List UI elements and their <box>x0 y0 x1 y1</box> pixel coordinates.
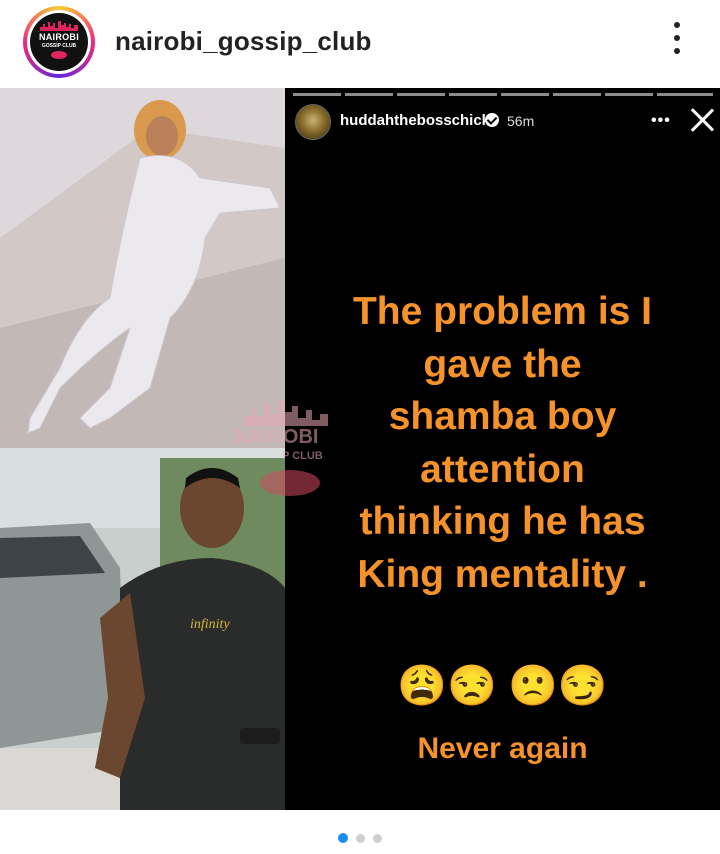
man-image: infinity <box>0 448 285 810</box>
avatar-title: NAIROBI <box>38 32 80 42</box>
profile-avatar[interactable]: NAIROBI GOSSIP CLUB <box>23 6 95 78</box>
carousel-dot[interactable] <box>356 834 365 843</box>
post-media[interactable]: infinity huddahthebosschick 56m ••• The … <box>0 88 720 810</box>
carousel-dot[interactable] <box>373 834 382 843</box>
avatar-subtitle: GOSSIP CLUB <box>41 43 77 49</box>
story-text-line: thinking he has <box>359 500 646 543</box>
post-username[interactable]: nairobi_gossip_club <box>115 26 372 57</box>
story-text-line: shamba boy <box>388 395 617 438</box>
story-text-line: gave the <box>423 342 582 386</box>
photo-woman <box>0 88 285 448</box>
watermark-skyline-icon <box>244 400 328 426</box>
skyline-icon <box>40 21 78 31</box>
story-avatar[interactable] <box>295 104 331 140</box>
photo-man: infinity <box>0 448 285 810</box>
story-text-line: attention <box>420 447 585 491</box>
more-vertical-icon <box>674 22 680 28</box>
watermark-title: NAIROBI <box>234 426 319 448</box>
story-text-line: King mentality . <box>357 552 648 596</box>
story-text-line: The problem is I <box>352 290 653 333</box>
story-more-button[interactable]: ••• <box>651 112 671 130</box>
story-username[interactable]: huddahthebosschick <box>340 112 490 129</box>
svg-text:infinity: infinity <box>190 617 230 632</box>
watermark-lips-icon <box>260 470 320 496</box>
watermark: NAIROBI P CLUB <box>234 398 344 498</box>
story-progress-bar <box>293 93 713 96</box>
story-timestamp: 56m <box>507 113 535 129</box>
instagram-story: huddahthebosschick 56m ••• The problem i… <box>285 88 720 810</box>
post-header: NAIROBI GOSSIP CLUB nairobi_gossip_club <box>0 0 720 88</box>
more-options-button[interactable] <box>662 18 692 58</box>
carousel-indicator <box>0 830 720 844</box>
woman-image <box>0 88 285 448</box>
story-text: The problem is I gave the shamba boy att… <box>285 286 720 601</box>
close-icon[interactable] <box>688 106 716 134</box>
watermark-subtitle: P CLUB <box>282 450 323 462</box>
verified-badge-icon <box>485 113 499 127</box>
carousel-dot-active[interactable] <box>338 833 348 843</box>
story-emojis: 😩😒 🙁😏 <box>397 664 608 708</box>
story-footer-text: Never again <box>417 732 588 765</box>
lips-icon <box>51 51 67 59</box>
